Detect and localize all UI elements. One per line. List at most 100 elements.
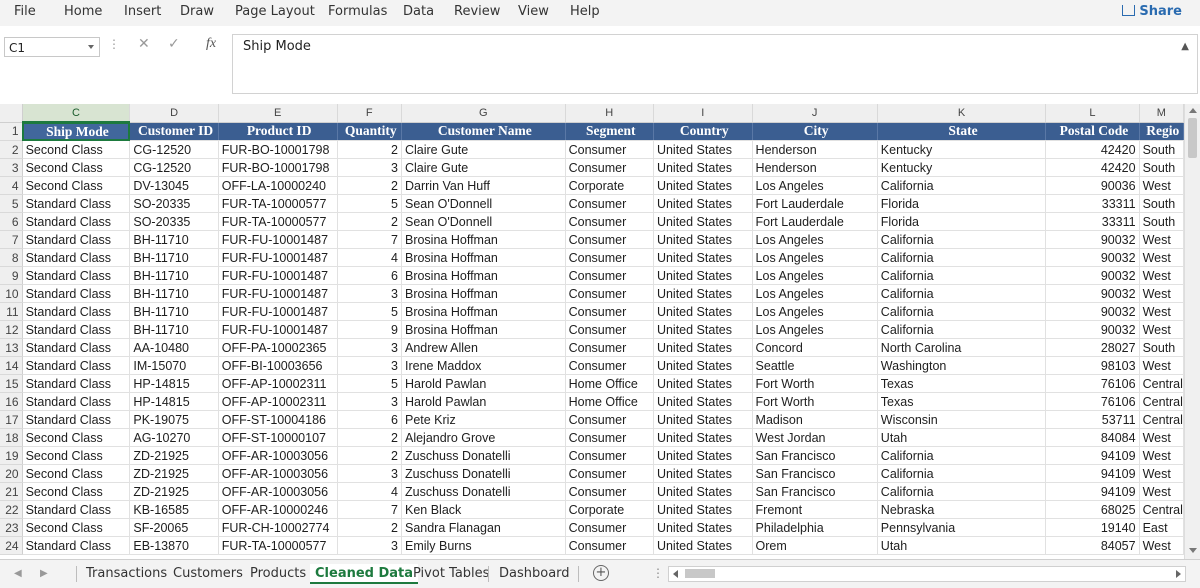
table-cell[interactable]: California xyxy=(877,284,1047,303)
table-cell[interactable]: Consumer xyxy=(565,212,654,231)
table-cell[interactable]: 2 xyxy=(337,212,402,231)
table-cell[interactable]: Central xyxy=(1139,410,1184,429)
table-cell[interactable]: 68025 xyxy=(1045,500,1140,519)
table-cell[interactable]: Texas xyxy=(877,392,1047,411)
table-cell[interactable]: Brosina Hoffman xyxy=(401,230,566,249)
table-cell[interactable]: CG-12520 xyxy=(129,158,219,177)
table-cell[interactable]: Los Angeles xyxy=(752,284,878,303)
table-cell[interactable]: Ken Black xyxy=(401,500,566,519)
table-cell[interactable]: Second Class xyxy=(22,518,131,537)
select-all-corner[interactable] xyxy=(0,104,23,123)
table-cell[interactable]: 33311 xyxy=(1045,212,1140,231)
table-cell[interactable]: West xyxy=(1139,428,1184,447)
table-cell[interactable]: Brosina Hoffman xyxy=(401,248,566,267)
share-button[interactable]: Share xyxy=(1122,4,1182,19)
table-cell[interactable]: BH-11710 xyxy=(129,320,219,339)
table-cell[interactable]: OFF-LA-10000240 xyxy=(218,176,338,195)
table-cell[interactable]: North Carolina xyxy=(877,338,1047,357)
tab-dashboard[interactable]: Dashboard xyxy=(499,564,570,584)
table-cell[interactable]: Los Angeles xyxy=(752,302,878,321)
table-cell[interactable]: West Jordan xyxy=(752,428,878,447)
table-cell[interactable]: AG-10270 xyxy=(129,428,219,447)
header-cell[interactable]: State xyxy=(877,122,1047,141)
table-cell[interactable]: OFF-BI-10003656 xyxy=(218,356,338,375)
row-header[interactable]: 14 xyxy=(0,356,23,375)
table-cell[interactable]: Consumer xyxy=(565,284,654,303)
row-header[interactable]: 1 xyxy=(0,122,23,141)
table-cell[interactable]: West xyxy=(1139,446,1184,465)
table-cell[interactable]: Zuschuss Donatelli xyxy=(401,464,566,483)
table-cell[interactable]: 84084 xyxy=(1045,428,1140,447)
table-cell[interactable]: Concord xyxy=(752,338,878,357)
table-cell[interactable]: 33311 xyxy=(1045,194,1140,213)
column-header-e[interactable]: E xyxy=(218,104,338,123)
table-cell[interactable]: United States xyxy=(653,230,753,249)
table-cell[interactable]: Consumer xyxy=(565,230,654,249)
table-cell[interactable]: Zuschuss Donatelli xyxy=(401,482,566,501)
table-cell[interactable]: California xyxy=(877,248,1047,267)
table-cell[interactable]: Brosina Hoffman xyxy=(401,284,566,303)
table-cell[interactable]: Consumer xyxy=(565,518,654,537)
table-cell[interactable]: Pennsylvania xyxy=(877,518,1047,537)
row-header[interactable]: 22 xyxy=(0,500,23,519)
table-cell[interactable]: Home Office xyxy=(565,392,654,411)
table-cell[interactable]: 94109 xyxy=(1045,446,1140,465)
table-cell[interactable]: Fort Worth xyxy=(752,374,878,393)
table-cell[interactable]: 2 xyxy=(337,428,402,447)
table-cell[interactable]: 4 xyxy=(337,482,402,501)
table-cell[interactable]: Zuschuss Donatelli xyxy=(401,446,566,465)
column-header-k[interactable]: K xyxy=(877,104,1047,123)
table-cell[interactable]: Standard Class xyxy=(22,284,131,303)
table-cell[interactable]: United States xyxy=(653,482,753,501)
table-cell[interactable]: 90032 xyxy=(1045,284,1140,303)
table-cell[interactable]: Second Class xyxy=(22,140,131,159)
table-cell[interactable]: West xyxy=(1139,464,1184,483)
table-cell[interactable]: California xyxy=(877,464,1047,483)
table-cell[interactable]: Consumer xyxy=(565,410,654,429)
table-cell[interactable]: United States xyxy=(653,284,753,303)
menu-home[interactable]: Home xyxy=(64,4,102,19)
table-cell[interactable]: Consumer xyxy=(565,446,654,465)
menu-data[interactable]: Data xyxy=(403,4,434,19)
table-cell[interactable]: 5 xyxy=(337,194,402,213)
table-cell[interactable]: West xyxy=(1139,230,1184,249)
table-cell[interactable]: United States xyxy=(653,266,753,285)
menu-help[interactable]: Help xyxy=(570,4,600,19)
table-cell[interactable]: KB-16585 xyxy=(129,500,219,519)
table-cell[interactable]: SO-20335 xyxy=(129,212,219,231)
table-cell[interactable]: OFF-AR-10003056 xyxy=(218,446,338,465)
table-cell[interactable]: AA-10480 xyxy=(129,338,219,357)
table-cell[interactable]: United States xyxy=(653,518,753,537)
table-cell[interactable]: 94109 xyxy=(1045,482,1140,501)
table-cell[interactable]: FUR-CH-10002774 xyxy=(218,518,338,537)
row-header[interactable]: 15 xyxy=(0,374,23,393)
table-cell[interactable]: FUR-BO-10001798 xyxy=(218,140,338,159)
table-cell[interactable]: 3 xyxy=(337,392,402,411)
table-cell[interactable]: FUR-FU-10001487 xyxy=(218,320,338,339)
row-header[interactable]: 12 xyxy=(0,320,23,339)
column-header-m[interactable]: M xyxy=(1139,104,1184,123)
table-cell[interactable]: Alejandro Grove xyxy=(401,428,566,447)
table-cell[interactable]: United States xyxy=(653,464,753,483)
table-cell[interactable]: 2 xyxy=(337,140,402,159)
row-header[interactable]: 10 xyxy=(0,284,23,303)
collapse-formula-bar-icon[interactable]: ▲ xyxy=(1181,41,1189,52)
tab-scroll-left-icon[interactable]: ◀ xyxy=(14,568,22,579)
name-box[interactable]: C1 xyxy=(4,37,100,57)
table-cell[interactable]: Corporate xyxy=(565,500,654,519)
more-options-icon[interactable]: ⋮ xyxy=(652,566,664,580)
table-cell[interactable]: 90032 xyxy=(1045,320,1140,339)
table-cell[interactable]: Standard Class xyxy=(22,266,131,285)
spreadsheet-grid[interactable]: CDEFGHIJKLM 1 Ship Mode Customer ID Product… xyxy=(0,104,1184,559)
scroll-left-icon[interactable] xyxy=(673,570,678,578)
row-header[interactable]: 24 xyxy=(0,536,23,555)
table-cell[interactable]: San Francisco xyxy=(752,482,878,501)
table-cell[interactable]: Los Angeles xyxy=(752,248,878,267)
table-cell[interactable]: California xyxy=(877,482,1047,501)
table-cell[interactable]: BH-11710 xyxy=(129,230,219,249)
table-cell[interactable]: OFF-ST-10004186 xyxy=(218,410,338,429)
more-options-icon[interactable]: ⋮ xyxy=(108,37,120,51)
table-cell[interactable]: Consumer xyxy=(565,140,654,159)
table-cell[interactable]: South xyxy=(1139,194,1184,213)
table-cell[interactable]: West xyxy=(1139,284,1184,303)
